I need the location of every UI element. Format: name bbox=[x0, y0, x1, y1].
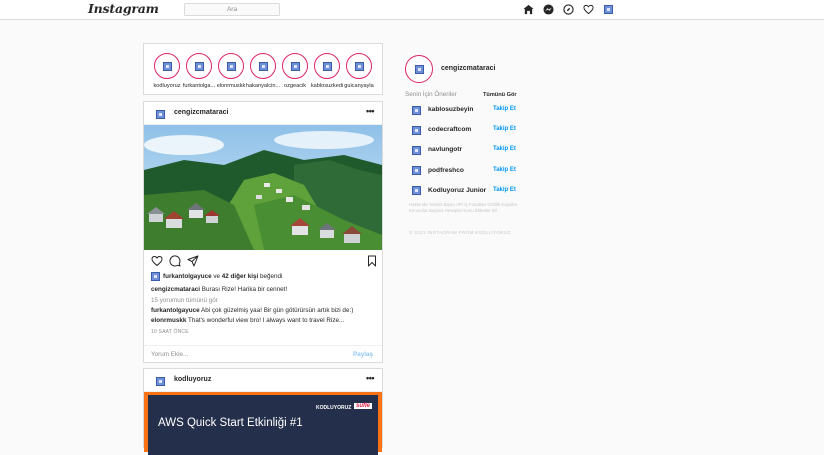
story-item[interactable]: guicanyayla bbox=[344, 53, 374, 89]
feed-post: kodluyoruz ••• KODLUYORUZ sufle AWS Quic… bbox=[143, 368, 383, 455]
suggestion-avatar[interactable] bbox=[411, 166, 421, 176]
story-item[interactable]: ozgeacik bbox=[281, 53, 309, 89]
post-avatar[interactable] bbox=[153, 374, 167, 388]
story-avatar[interactable] bbox=[314, 53, 340, 79]
story-avatar[interactable] bbox=[250, 53, 276, 79]
story-avatar[interactable] bbox=[154, 53, 180, 79]
add-comment-bar: Yorum Ekle... Paylaş bbox=[144, 345, 382, 363]
story-item[interactable]: furkantolga... bbox=[183, 53, 215, 89]
share-icon[interactable] bbox=[187, 255, 199, 267]
story-item[interactable]: kodluyoruz bbox=[153, 53, 181, 89]
suggestion-avatar[interactable] bbox=[411, 125, 421, 135]
more-options-icon[interactable]: ••• bbox=[366, 106, 374, 116]
story-avatar[interactable] bbox=[282, 53, 308, 79]
comment-input[interactable]: Yorum Ekle... bbox=[151, 351, 188, 358]
brand-logo: sufle bbox=[354, 403, 373, 409]
post-comment-button[interactable]: Paylaş bbox=[353, 351, 373, 358]
suggestion-item: kablosuzbeyin Takip Et bbox=[411, 104, 521, 116]
suggestion-item: Kodluyoruz Junior Takip Et bbox=[411, 185, 521, 197]
suggestion-username[interactable]: codecraftcom bbox=[428, 126, 471, 133]
liker-username[interactable]: furkantolgayuce bbox=[163, 273, 212, 280]
story-avatar[interactable] bbox=[346, 53, 372, 79]
comment: elonrmuskk That's wonderful view bro! I … bbox=[151, 317, 345, 324]
story-item[interactable]: elonrmuskk bbox=[217, 53, 245, 89]
suggestion-avatar[interactable] bbox=[411, 186, 421, 196]
post-timestamp: 10 SAAT ÖNCE bbox=[151, 329, 189, 335]
comment-icon[interactable] bbox=[169, 255, 181, 267]
stories-tray: kodluyoruz furkantolga... elonrmuskk hakany… bbox=[143, 43, 383, 95]
heart-icon[interactable] bbox=[582, 3, 595, 16]
suggestion-username[interactable]: podfreshco bbox=[428, 167, 464, 174]
profile-avatar[interactable] bbox=[602, 3, 615, 16]
story-item[interactable]: hakanyalcin... bbox=[246, 53, 280, 89]
post-actions bbox=[151, 255, 379, 269]
nav-icons bbox=[522, 3, 615, 16]
footer-links[interactable]: Hakkında Yardım Basın API İş Fırsatları … bbox=[409, 202, 524, 214]
instagram-logo[interactable]: Instagram bbox=[88, 1, 159, 16]
story-avatar[interactable] bbox=[218, 53, 244, 79]
suggestion-username[interactable]: navlungotr bbox=[428, 146, 462, 153]
view-all-comments-link[interactable]: 15 yorumun tümünü gör bbox=[151, 297, 218, 304]
suggestion-avatar[interactable] bbox=[411, 145, 421, 155]
story-avatar[interactable] bbox=[186, 53, 212, 79]
feed-post: cengizcmataraci ••• furkantolgayuce ve 4… bbox=[143, 101, 383, 363]
see-all-link[interactable]: Tümünü Gör bbox=[483, 92, 517, 98]
caption-username[interactable]: cengizcmataraci bbox=[151, 286, 200, 293]
banner-title: AWS Quick Start Etkinliği #1 bbox=[158, 417, 303, 429]
brand-logo: KODLUYORUZ bbox=[316, 405, 352, 411]
copyright: © 2021 INSTAGRAM FROM KODLUYORUZ bbox=[409, 231, 511, 236]
like-icon[interactable] bbox=[151, 255, 163, 267]
story-item[interactable]: kablosuzkedi bbox=[311, 53, 343, 89]
post-avatar[interactable] bbox=[153, 107, 167, 121]
liker-avatar bbox=[151, 272, 160, 281]
post-image[interactable]: KODLUYORUZ sufle AWS Quick Start Etkinli… bbox=[144, 392, 382, 455]
follow-button[interactable]: Takip Et bbox=[493, 146, 516, 152]
follow-button[interactable]: Takip Et bbox=[493, 126, 516, 132]
follow-button[interactable]: Takip Et bbox=[493, 106, 516, 112]
top-navbar: Instagram Ara bbox=[0, 0, 824, 20]
explore-icon[interactable] bbox=[562, 3, 575, 16]
home-icon[interactable] bbox=[522, 3, 535, 16]
suggestion-username[interactable]: kablosuzbeyin bbox=[428, 106, 473, 113]
follow-button[interactable]: Takip Et bbox=[493, 187, 516, 193]
likes-summary: furkantolgayuce ve 42 diğer kişi beğendi bbox=[151, 272, 282, 281]
post-header: cengizcmataraci ••• bbox=[144, 102, 382, 125]
my-username[interactable]: cengizcmataraci bbox=[441, 65, 495, 72]
post-username[interactable]: cengizcmataraci bbox=[174, 109, 228, 116]
bookmark-icon[interactable] bbox=[366, 255, 378, 267]
comment: furkantolgayuce Abi çok güzelmiş yaa! Bi… bbox=[151, 307, 354, 314]
follow-button[interactable]: Takip Et bbox=[493, 167, 516, 173]
messenger-icon[interactable] bbox=[542, 3, 555, 16]
search-input[interactable]: Ara bbox=[184, 3, 280, 16]
comment-username[interactable]: furkantolgayuce bbox=[151, 307, 200, 314]
likes-others[interactable]: 42 diğer kişi bbox=[222, 273, 258, 280]
post-caption: cengizcmataraci Burası Rize! Harika bir … bbox=[151, 286, 288, 293]
suggestion-item: navlungotr Takip Et bbox=[411, 144, 521, 156]
post-header: kodluyoruz ••• bbox=[144, 369, 382, 392]
suggestion-item: podfreshco Takip Et bbox=[411, 165, 521, 177]
suggestions-title: Senin İçin Öneriler bbox=[405, 91, 457, 98]
suggestion-username[interactable]: Kodluyoruz Junior bbox=[428, 187, 486, 194]
more-options-icon[interactable]: ••• bbox=[366, 373, 374, 383]
my-avatar[interactable] bbox=[405, 55, 433, 83]
post-username[interactable]: kodluyoruz bbox=[174, 376, 211, 383]
story-username: guicanyayla bbox=[344, 83, 374, 89]
suggestion-item: codecraftcom Takip Et bbox=[411, 124, 521, 136]
comment-username[interactable]: elonrmuskk bbox=[151, 317, 186, 324]
suggestion-avatar[interactable] bbox=[411, 105, 421, 115]
post-image[interactable] bbox=[144, 125, 382, 250]
